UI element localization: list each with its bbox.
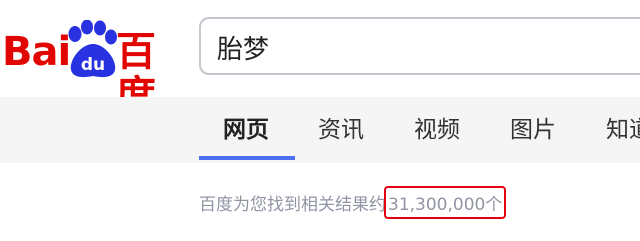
active-tab-indicator (199, 156, 295, 160)
tab-zhidao[interactable]: 知道 (606, 110, 640, 144)
tab-news[interactable]: 资讯 (318, 110, 364, 144)
paw-icon: du (68, 20, 117, 78)
search-query-text: 胎梦 (217, 35, 270, 65)
baidu-logo[interactable]: Bai du 百度 (0, 14, 190, 118)
paw-text: du (81, 55, 105, 75)
search-input[interactable]: 胎梦 (199, 17, 640, 75)
result-stats-prefix: 百度为您找到相关结果约 (199, 195, 386, 215)
tab-video[interactable]: 视频 (414, 110, 460, 144)
logo-text-bai: Bai (2, 29, 71, 75)
header: Bai du 百度 胎梦 (0, 0, 640, 118)
tab-images[interactable]: 图片 (510, 110, 556, 144)
result-count: 31,300,000个 (384, 186, 507, 219)
tab-web[interactable]: 网页 (223, 110, 269, 144)
result-stats: 百度为您找到相关结果约 31,300,000个 (199, 186, 507, 219)
